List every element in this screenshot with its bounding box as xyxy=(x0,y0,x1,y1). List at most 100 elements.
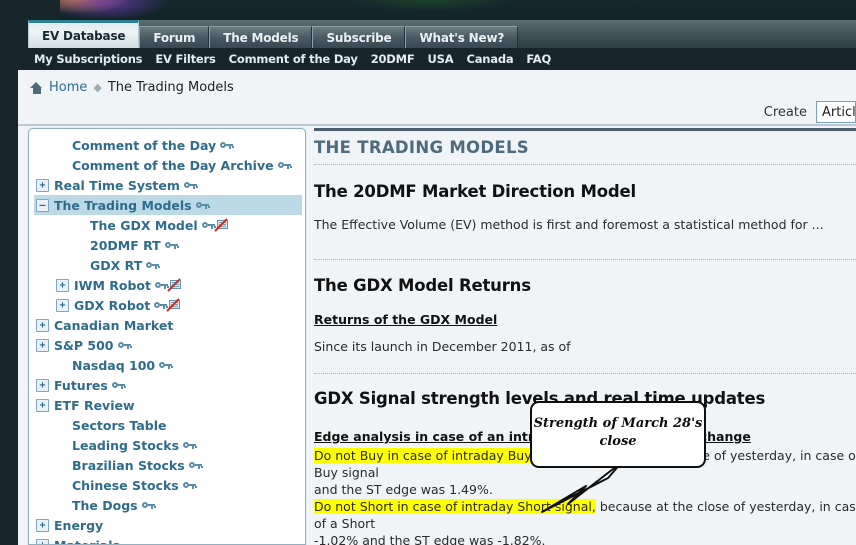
sidebar-item-real-time-system[interactable]: + Real Time System xyxy=(34,175,302,195)
nav-tab-forum[interactable]: Forum xyxy=(139,26,210,48)
sidebar-item-label: ETF Review xyxy=(54,397,135,413)
sidebar-item-futures[interactable]: + Futures xyxy=(34,375,302,395)
collapse-icon[interactable]: – xyxy=(36,198,49,212)
sidebar-item-label: Materials xyxy=(54,537,120,545)
sidebar-item-the-gdx-model[interactable]: The GDX Model xyxy=(34,215,302,235)
sidebar-tree-panel: Comment of the Day Comment of the Day Arc… xyxy=(28,128,306,545)
key-icon xyxy=(117,341,132,350)
content-top-rule xyxy=(314,128,856,131)
sidebar-item-materials[interactable]: + Materials xyxy=(34,535,302,545)
expand-icon[interactable]: + xyxy=(36,338,49,352)
home-icon xyxy=(30,81,43,94)
expand-icon[interactable]: + xyxy=(36,398,49,412)
breadcrumb: Home ◆ The Trading Models xyxy=(30,80,234,95)
restricted-document-icon xyxy=(167,278,182,292)
create-label: Create xyxy=(763,104,807,120)
subnav-item-faq[interactable]: FAQ xyxy=(526,52,551,66)
sidebar-item-s-p-500[interactable]: + S&P 500 xyxy=(34,335,302,355)
create-type-select[interactable]: Article xyxy=(816,101,856,123)
link-returns-of-gdx-model[interactable]: Returns of the GDX Model xyxy=(314,312,497,327)
sidebar-item-the-trading-models[interactable]: – The Trading Models xyxy=(34,195,302,215)
para2-line2: -1.02% and the ST edge was -1.82%. xyxy=(314,533,546,545)
expand-icon[interactable]: + xyxy=(56,298,69,312)
restricted-document-icon xyxy=(213,218,229,232)
sidebar-item-label: IWM Robot xyxy=(74,277,151,293)
sidebar-item-sectors-table[interactable]: Sectors Table xyxy=(34,415,302,435)
sidebar-item-etf-review[interactable]: + ETF Review xyxy=(34,395,302,415)
sidebar-item-20dmf-rt[interactable]: 20DMF RT xyxy=(34,235,302,255)
subnav-item-ev-filters[interactable]: EV Filters xyxy=(155,52,216,66)
expand-icon[interactable]: + xyxy=(36,518,49,532)
sidebar-item-iwm-robot[interactable]: + IWM Robot xyxy=(34,275,302,295)
sidebar-item-brazilian-stocks[interactable]: Brazilian Stocks xyxy=(34,455,302,475)
nav-tab-the-models[interactable]: The Models xyxy=(209,26,313,48)
sidebar-item-comment-of-the-day-archive[interactable]: Comment of the Day Archive xyxy=(34,155,302,175)
breadcrumb-home-link[interactable]: Home xyxy=(49,80,87,95)
key-icon xyxy=(183,441,198,450)
sidebar-item-label: The GDX Model xyxy=(90,217,198,233)
nav-tab-subscribe[interactable]: Subscribe xyxy=(312,26,406,48)
sidebar-item-gdx-robot[interactable]: + GDX Robot xyxy=(34,295,302,315)
key-icon xyxy=(146,261,161,270)
key-icon xyxy=(220,141,235,150)
key-icon xyxy=(201,221,216,230)
section-text-gdx-returns: Since its launch in December 2011, as of xyxy=(314,339,571,354)
page-title: THE TRADING MODELS xyxy=(314,138,529,157)
sidebar-item-label: Brazilian Stocks xyxy=(72,457,185,473)
sidebar-item-label: The Trading Models xyxy=(54,197,192,213)
restricted-document-icon xyxy=(166,298,181,312)
key-icon xyxy=(159,361,174,370)
rule-1 xyxy=(314,164,856,165)
key-icon xyxy=(277,161,292,170)
key-icon xyxy=(111,381,126,390)
rule-2 xyxy=(314,259,856,260)
breadcrumb-current: The Trading Models xyxy=(107,80,234,95)
para1-line2: and the ST edge was 1.49%. xyxy=(314,482,493,497)
key-icon xyxy=(183,181,198,190)
site-banner xyxy=(0,0,856,20)
sidebar-item-label: Comment of the Day xyxy=(72,137,217,153)
sidebar-item-energy[interactable]: + Energy xyxy=(34,515,302,535)
subnav-item-my-subscriptions[interactable]: My Subscriptions xyxy=(34,52,143,66)
sidebar-item-comment-of-the-day[interactable]: Comment of the Day xyxy=(34,135,302,155)
nav-tab-what-s-new[interactable]: What's New? xyxy=(405,26,519,48)
sidebar-item-label: Leading Stocks xyxy=(72,437,180,453)
subnav-item-comment-of-the-day[interactable]: Comment of the Day xyxy=(229,52,358,66)
expand-icon[interactable]: + xyxy=(36,318,49,332)
sidebar-item-label: Canadian Market xyxy=(54,317,174,333)
sidebar-item-label: Nasdaq 100 xyxy=(72,357,156,373)
key-icon xyxy=(188,461,203,470)
sidebar-item-label: GDX Robot xyxy=(74,297,151,313)
sidebar-item-label: Energy xyxy=(54,517,104,533)
section-heading-gdx-returns: The GDX Model Returns xyxy=(314,276,531,295)
subnav-item-canada[interactable]: Canada xyxy=(466,52,513,66)
sidebar-item-canadian-market[interactable]: + Canadian Market xyxy=(34,315,302,335)
sidebar-item-chinese-stocks[interactable]: Chinese Stocks xyxy=(34,475,302,495)
nav-tab-ev-database[interactable]: EV Database xyxy=(28,20,140,48)
key-icon xyxy=(182,481,197,490)
expand-icon[interactable]: + xyxy=(36,378,49,392)
expand-icon[interactable]: + xyxy=(36,178,49,192)
header-divider xyxy=(18,124,856,126)
sidebar-item-leading-stocks[interactable]: Leading Stocks xyxy=(34,435,302,455)
key-icon xyxy=(154,281,169,290)
sidebar-item-the-dogs[interactable]: The Dogs xyxy=(34,495,302,515)
sidebar-item-label: Futures xyxy=(54,377,108,393)
expand-icon[interactable]: + xyxy=(36,538,49,544)
sidebar-item-gdx-rt[interactable]: GDX RT xyxy=(34,255,302,275)
section-text-20dmf: The Effective Volume (EV) method is firs… xyxy=(314,217,824,232)
callout-text: Strength of March 28's close xyxy=(533,416,703,449)
callout-bubble: Strength of March 28's close xyxy=(530,401,706,468)
sidebar-item-nasdaq-100[interactable]: Nasdaq 100 xyxy=(34,355,302,375)
subnav-item-usa[interactable]: USA xyxy=(428,52,454,66)
banner-left-fill xyxy=(0,0,60,20)
subnav-item-20dmf[interactable]: 20DMF xyxy=(371,52,415,66)
expand-icon[interactable]: + xyxy=(56,278,69,292)
